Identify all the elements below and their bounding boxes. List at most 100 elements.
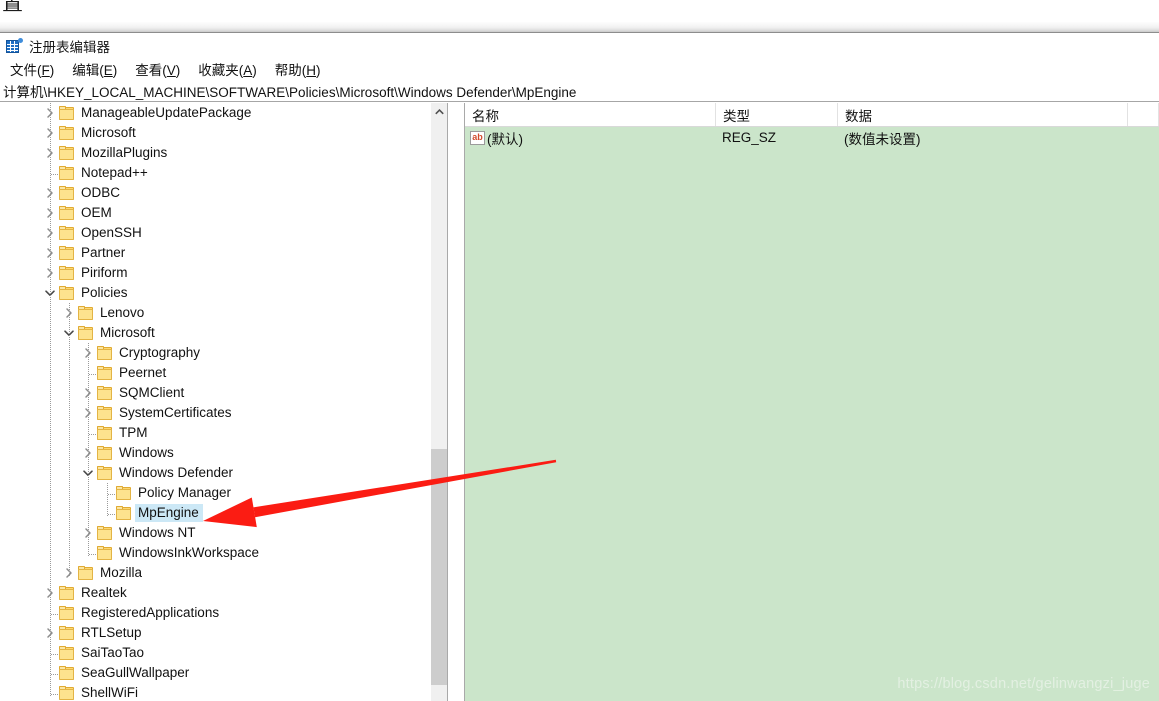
tree-item-label: Policy Manager (138, 485, 232, 500)
tree-item-sqmclient[interactable]: SQMClient (0, 383, 447, 403)
chevron-right-icon[interactable] (42, 265, 58, 281)
tree-item-mpengine[interactable]: MpEngine (0, 503, 447, 523)
tree-item-label: Peernet (119, 365, 167, 380)
tree-item-label: MpEngine (135, 504, 203, 522)
chevron-down-icon[interactable] (42, 285, 58, 301)
tree-item-openssh[interactable]: OpenSSH (0, 223, 447, 243)
tree-item-odbc[interactable]: ODBC (0, 183, 447, 203)
chevron-right-icon[interactable] (61, 565, 77, 581)
menu-file-text: 文件( (10, 62, 42, 78)
chevron-right-icon[interactable] (42, 585, 58, 601)
tree-leaf-spacer (42, 645, 58, 661)
values-column-0[interactable]: 名称 (465, 103, 716, 126)
tree-item-label: Windows Defender (119, 465, 234, 480)
tree-item-lenovo[interactable]: Lenovo (0, 303, 447, 323)
tree-scrollbar[interactable] (430, 103, 447, 701)
value-row[interactable]: ab (默认) REG_SZ (数值未设置) (465, 127, 1159, 148)
chevron-down-icon[interactable] (61, 325, 77, 341)
chevron-right-icon[interactable] (80, 525, 96, 541)
menu-file-tail: ) (49, 62, 55, 78)
tree-leaf-spacer (99, 505, 115, 521)
tree-item-label: ODBC (81, 185, 121, 200)
values-column-1[interactable]: 类型 (716, 103, 838, 126)
folder-icon (58, 645, 75, 661)
values-column-2[interactable]: 数据 (838, 103, 1128, 126)
chevron-right-icon[interactable] (61, 305, 77, 321)
tree-item-policies[interactable]: Policies (0, 283, 447, 303)
tree-item-piriform[interactable]: Piriform (0, 263, 447, 283)
chevron-right-icon[interactable] (80, 345, 96, 361)
chevron-right-icon[interactable] (80, 445, 96, 461)
menu-edit[interactable]: 编辑(E) (63, 58, 126, 81)
tree-item-partner[interactable]: Partner (0, 243, 447, 263)
tree-item-label: Realtek (81, 585, 127, 600)
tree-item-manageableupdatepackage[interactable]: ManageableUpdatePackage (0, 103, 447, 123)
values-column-header: 名称 类型 数据 (465, 103, 1159, 127)
chevron-right-icon[interactable] (42, 225, 58, 241)
tree-item-saitaotao[interactable]: SaiTaoTao (0, 643, 447, 663)
registry-values-pane[interactable]: 名称 类型 数据 ab (默认) REG_SZ (数值未设置) https://blog.… (465, 103, 1159, 701)
chevron-down-icon[interactable] (80, 465, 96, 481)
tree-item-policy-manager[interactable]: Policy Manager (0, 483, 447, 503)
folder-icon (77, 565, 94, 581)
tree-item-label: Cryptography (119, 345, 201, 360)
folder-icon (58, 105, 75, 121)
menu-help[interactable]: 帮助(H) (266, 58, 330, 81)
tree-item-seagullwallpaper[interactable]: SeaGullWallpaper (0, 663, 447, 683)
tree-item-peernet[interactable]: Peernet (0, 363, 447, 383)
chevron-right-icon[interactable] (80, 405, 96, 421)
chevron-right-icon[interactable] (42, 105, 58, 121)
chevron-right-icon[interactable] (42, 205, 58, 221)
tree-scrollbar-thumb[interactable] (431, 449, 447, 685)
tree-item-label: WindowsInkWorkspace (119, 545, 260, 560)
tree-item-windowsinkworkspace[interactable]: WindowsInkWorkspace (0, 543, 447, 563)
tree-item-notepad[interactable]: Notepad++ (0, 163, 447, 183)
menu-file[interactable]: 文件(F) (1, 58, 63, 81)
tree-item-cryptography[interactable]: Cryptography (0, 343, 447, 363)
tree-item-rtlsetup[interactable]: RTLSetup (0, 623, 447, 643)
registry-path: 计算机\HKEY_LOCAL_MACHINE\SOFTWARE\Policies… (3, 85, 577, 100)
folder-icon (96, 465, 113, 481)
tree-leaf-spacer (42, 605, 58, 621)
menu-view-accel: V (166, 62, 176, 78)
tree-item-label: SeaGullWallpaper (81, 665, 190, 680)
tree-item-windows-nt[interactable]: Windows NT (0, 523, 447, 543)
registry-tree-pane[interactable]: ManageableUpdatePackage Microsoft MozillaP… (0, 103, 447, 701)
tree-item-mozillaplugins[interactable]: MozillaPlugins (0, 143, 447, 163)
tree-item-windows-defender[interactable]: Windows Defender (0, 463, 447, 483)
tree-item-label: Mozilla (100, 565, 143, 580)
tree-item-windows[interactable]: Windows (0, 443, 447, 463)
chevron-right-icon[interactable] (42, 625, 58, 641)
content-panes: ManageableUpdatePackage Microsoft MozillaP… (0, 103, 1159, 701)
scroll-up-arrow-icon[interactable] (431, 103, 447, 120)
pane-splitter[interactable] (447, 103, 465, 701)
menu-favorites[interactable]: 收藏夹(A) (189, 58, 266, 81)
tree-item-mozilla[interactable]: Mozilla (0, 563, 447, 583)
tree-item-realtek[interactable]: Realtek (0, 583, 447, 603)
folder-icon (58, 605, 75, 621)
menu-favorites-text: 收藏夹( (198, 62, 244, 78)
chevron-right-icon[interactable] (42, 145, 58, 161)
tree-item-oem[interactable]: OEM (0, 203, 447, 223)
tree-item-shellwifi[interactable]: ShellWiFi (0, 683, 447, 701)
tree-item-registeredapplications[interactable]: RegisteredApplications (0, 603, 447, 623)
tree-leaf-spacer (80, 545, 96, 561)
tree-item-microsoft[interactable]: Microsoft (0, 323, 447, 343)
folder-icon (58, 225, 75, 241)
background-window-edge (0, 22, 1159, 33)
folder-icon (96, 445, 113, 461)
address-bar[interactable]: 计算机\HKEY_LOCAL_MACHINE\SOFTWARE\Policies… (0, 81, 1159, 102)
menu-edit-accel: E (103, 62, 113, 78)
chevron-right-icon[interactable] (42, 245, 58, 261)
tree-item-systemcertificates[interactable]: SystemCertificates (0, 403, 447, 423)
menu-view[interactable]: 查看(V) (126, 58, 189, 81)
tree-item-label: SystemCertificates (119, 405, 232, 420)
chevron-right-icon[interactable] (42, 125, 58, 141)
value-type: REG_SZ (722, 130, 777, 145)
chevron-right-icon[interactable] (42, 185, 58, 201)
values-column-spacer[interactable] (1128, 103, 1159, 126)
folder-icon (96, 525, 113, 541)
tree-item-microsoft[interactable]: Microsoft (0, 123, 447, 143)
tree-item-tpm[interactable]: TPM (0, 423, 447, 443)
chevron-right-icon[interactable] (80, 385, 96, 401)
